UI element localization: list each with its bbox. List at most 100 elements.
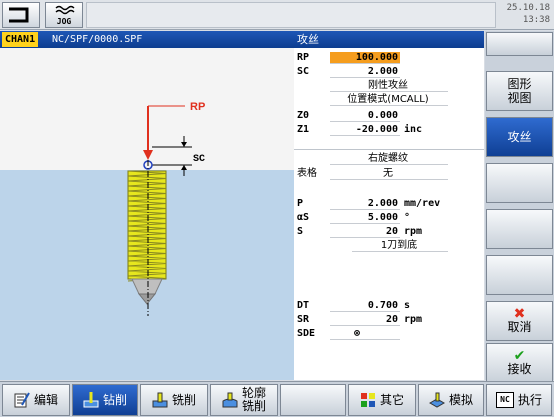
z0-label: Z0: [297, 110, 310, 121]
sc-diagram-label: SC: [193, 154, 205, 165]
param-row-z1: Z1 -20.000 inc: [294, 124, 484, 136]
param-row-mode: 位置模式(MCALL): [294, 94, 484, 106]
thread-direction-select[interactable]: 右旋螺纹: [330, 153, 448, 165]
machining-select[interactable]: 1刀到底: [352, 240, 448, 252]
accept-button[interactable]: ✔ 接收: [486, 343, 553, 383]
dt-label: DT: [297, 300, 310, 311]
sde-label: SDE: [297, 328, 316, 339]
s-input[interactable]: 20: [330, 226, 400, 238]
mill-icon: [152, 392, 168, 408]
contour-mill-label: 轮廓 铣削: [242, 387, 266, 413]
other-grid-icon: [360, 393, 375, 407]
graphic-view-label-1: 图形: [507, 77, 532, 91]
as-label: αS: [297, 212, 310, 223]
z1-unit-toggle[interactable]: inc: [404, 124, 422, 136]
nc-execute-icon: NC: [495, 392, 514, 408]
program-header: CHAN1 NC/SPF/0000.SPF 攻丝: [0, 31, 484, 48]
param-row-p: P 2.000 mm/rev: [294, 198, 484, 210]
simulate-icon: [428, 392, 445, 408]
parameter-list: RP 100.000 SC 2.000 刚性攻丝 位置模式(MCALL) Z0 …: [294, 48, 484, 380]
date-text: 25.10.18: [506, 3, 550, 13]
param-row-sr: SR 20 rpm: [294, 314, 484, 326]
edit-icon: [14, 392, 30, 408]
table-label: 表格: [297, 168, 317, 179]
accept-check-icon: ✔: [513, 348, 526, 364]
vertical-softkey-bar: 图形 视图 攻丝 ✖ 取消 ✔ 接收: [485, 31, 554, 383]
sde-select[interactable]: ⊗: [330, 328, 400, 340]
param-row-sc: SC 2.000: [294, 66, 484, 78]
dt-unit: s: [404, 300, 411, 311]
program-path: NC/SPF/0000.SPF: [52, 34, 143, 45]
top-status-bar: JOG 25.10.18 13:38: [0, 0, 554, 30]
sc-input[interactable]: 2.000: [330, 66, 400, 78]
param-row-as: αS 5.000 °: [294, 212, 484, 224]
sr-unit: rpm: [404, 314, 423, 325]
param-row-tap-type: 刚性攻丝: [294, 80, 484, 92]
param-row-rp: RP 100.000: [294, 52, 484, 64]
divider: [294, 149, 484, 150]
vkey-empty-5[interactable]: [486, 255, 553, 295]
sr-input[interactable]: 20: [330, 314, 400, 326]
jog-mode-button[interactable]: JOG: [45, 2, 83, 28]
sc-label: SC: [297, 66, 310, 77]
simulate-button[interactable]: 模拟: [418, 384, 484, 416]
rp-input[interactable]: 100.000: [330, 52, 400, 64]
table-select[interactable]: 无: [330, 168, 448, 180]
mode-select[interactable]: 位置模式(MCALL): [330, 94, 448, 106]
tapping-help-graphic: RP SC: [0, 48, 294, 380]
graphic-view-button[interactable]: 图形 视图: [486, 71, 553, 111]
contour-mill-icon: [222, 392, 238, 408]
vkey-empty-4[interactable]: [486, 209, 553, 249]
execute-button[interactable]: NC 执行: [486, 384, 552, 416]
tapping-button[interactable]: 攻丝: [486, 117, 553, 157]
tapping-label: 攻丝: [507, 130, 532, 144]
other-button[interactable]: 其它: [348, 384, 416, 416]
edit-button[interactable]: 编辑: [2, 384, 70, 416]
vkey-empty-3[interactable]: [486, 163, 553, 203]
param-row-machining: 1刀到底: [294, 240, 484, 252]
z1-label: Z1: [297, 124, 310, 135]
hkey-empty[interactable]: [280, 384, 346, 416]
cancel-button[interactable]: ✖ 取消: [486, 301, 553, 341]
param-row-table: 表格 无: [294, 168, 484, 180]
rp-diagram-label: RP: [190, 101, 205, 113]
dt-input[interactable]: 0.700: [330, 300, 400, 312]
cancel-label: 取消: [507, 320, 532, 334]
z0-input[interactable]: 0.000: [330, 110, 400, 122]
cancel-x-icon: ✖: [513, 306, 526, 322]
screen-title: 攻丝: [297, 33, 319, 46]
date-time: 25.10.18 13:38: [507, 2, 550, 26]
horizontal-softkey-bar: 编辑 钻削 铣削 轮廓 铣削 其它 模拟 NC 执行: [0, 381, 554, 417]
as-unit: °: [404, 212, 411, 223]
rp-label: RP: [297, 52, 310, 63]
graphic-view-label-2: 视图: [507, 91, 532, 105]
s-unit[interactable]: rpm: [404, 226, 422, 238]
drill-label: 钻削: [102, 392, 127, 407]
z1-input[interactable]: -20.000: [330, 124, 400, 136]
time-text: 13:38: [522, 15, 550, 25]
contour-label-2: 铣削: [241, 399, 266, 413]
mill-label: 铣削: [171, 392, 196, 407]
back-button[interactable]: [2, 2, 40, 28]
param-row-thread-dir: 右旋螺纹: [294, 153, 484, 165]
tap-type-select[interactable]: 刚性攻丝: [330, 80, 448, 92]
contour-mill-button[interactable]: 轮廓 铣削: [210, 384, 278, 416]
jog-wave-icon: [55, 5, 75, 15]
p-unit[interactable]: mm/rev: [404, 198, 440, 210]
mill-button[interactable]: 铣削: [140, 384, 208, 416]
tap-drawing: RP SC: [127, 101, 205, 316]
drill-button[interactable]: 钻削: [72, 384, 138, 416]
sr-label: SR: [297, 314, 310, 325]
channel-badge: CHAN1: [2, 32, 39, 47]
vkey-empty-top[interactable]: [486, 32, 553, 56]
edit-label: 编辑: [33, 392, 58, 407]
as-input[interactable]: 5.000: [330, 212, 400, 224]
return-arrow-icon: [9, 7, 29, 23]
s-label: S: [297, 226, 304, 237]
p-input[interactable]: 2.000: [330, 198, 400, 210]
param-row-dt: DT 0.700 s: [294, 300, 484, 312]
param-row-sde: SDE ⊗: [294, 328, 484, 340]
param-row-s: S 20 rpm: [294, 226, 484, 238]
simulate-label: 模拟: [448, 392, 473, 407]
other-label: 其它: [379, 392, 404, 407]
